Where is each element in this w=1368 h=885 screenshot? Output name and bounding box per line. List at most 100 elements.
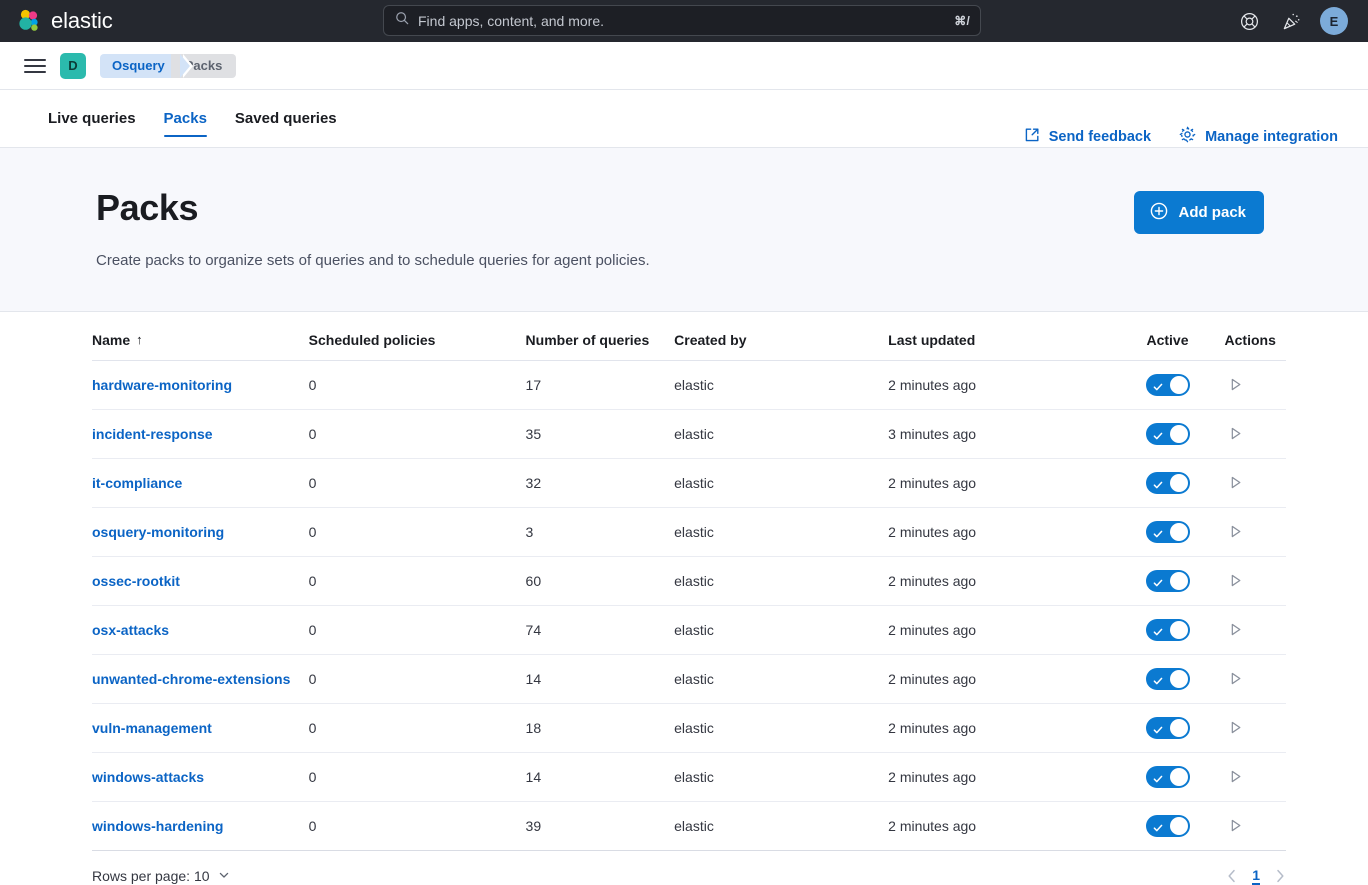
table-row: osx-attacks 0 74 elastic 2 minutes ago <box>92 605 1286 654</box>
party-popper-icon[interactable] <box>1278 8 1304 34</box>
run-pack-button[interactable] <box>1225 815 1247 837</box>
breadcrumb-item-osquery[interactable]: Osquery <box>100 54 181 78</box>
rows-per-page-selector[interactable]: Rows per page: 10 <box>92 868 230 884</box>
active-toggle[interactable] <box>1146 521 1190 543</box>
previous-page-button[interactable] <box>1226 869 1238 883</box>
table-body: hardware-monitoring 0 17 elastic 2 minut… <box>92 360 1286 850</box>
run-pack-button[interactable] <box>1225 619 1247 641</box>
cell-active <box>1146 752 1224 801</box>
cell-active <box>1146 458 1224 507</box>
menu-icon[interactable] <box>24 55 46 77</box>
toggle-knob <box>1170 817 1188 835</box>
cell-actions <box>1225 654 1286 703</box>
page-header-text: Packs Create packs to organize sets of q… <box>96 188 1134 271</box>
rows-per-page-label: Rows per page: 10 <box>92 868 210 884</box>
pack-name-link[interactable]: ossec-rootkit <box>92 573 180 589</box>
cell-active <box>1146 507 1224 556</box>
check-icon <box>1153 722 1163 732</box>
check-icon <box>1153 526 1163 536</box>
column-header-name[interactable]: Name ↑ <box>92 312 309 361</box>
run-pack-button[interactable] <box>1225 717 1247 739</box>
osquery-tab-bar: Live queries Packs Saved queries Send fe… <box>0 90 1368 148</box>
pack-name-link[interactable]: hardware-monitoring <box>92 377 232 393</box>
breadcrumb-bar: D Osquery Packs <box>0 42 1368 90</box>
space-avatar[interactable]: D <box>60 53 86 79</box>
breadcrumb: Osquery Packs <box>100 54 236 78</box>
cell-number-of-queries: 60 <box>526 556 675 605</box>
user-avatar[interactable]: E <box>1320 7 1348 35</box>
elastic-brand[interactable]: elastic <box>12 8 113 34</box>
cell-actions <box>1225 752 1286 801</box>
pack-name-link[interactable]: incident-response <box>92 426 213 442</box>
cell-name: hardware-monitoring <box>92 360 309 409</box>
next-page-button[interactable] <box>1274 869 1286 883</box>
cell-actions <box>1225 360 1286 409</box>
cell-name: ossec-rootkit <box>92 556 309 605</box>
cell-name: osquery-monitoring <box>92 507 309 556</box>
active-toggle[interactable] <box>1146 668 1190 690</box>
cell-created-by: elastic <box>674 654 888 703</box>
cell-name: unwanted-chrome-extensions <box>92 654 309 703</box>
active-toggle[interactable] <box>1146 570 1190 592</box>
run-pack-button[interactable] <box>1225 472 1247 494</box>
add-pack-button[interactable]: Add pack <box>1134 191 1264 234</box>
run-pack-button[interactable] <box>1225 570 1247 592</box>
active-toggle[interactable] <box>1146 423 1190 445</box>
check-icon <box>1153 428 1163 438</box>
run-pack-button[interactable] <box>1225 766 1247 788</box>
cell-scheduled-policies: 0 <box>309 752 526 801</box>
table-row: osquery-monitoring 0 3 elastic 2 minutes… <box>92 507 1286 556</box>
manage-integration-button[interactable]: Manage integration <box>1179 126 1338 147</box>
active-toggle[interactable] <box>1146 815 1190 837</box>
column-header-actions: Actions <box>1225 312 1286 361</box>
chrome-right-actions: E <box>1236 7 1356 35</box>
cell-last-updated: 2 minutes ago <box>888 556 1146 605</box>
check-icon <box>1153 673 1163 683</box>
check-icon <box>1153 477 1163 487</box>
pack-name-link[interactable]: it-compliance <box>92 475 182 491</box>
run-pack-button[interactable] <box>1225 521 1247 543</box>
table-row: hardware-monitoring 0 17 elastic 2 minut… <box>92 360 1286 409</box>
pack-name-link[interactable]: unwanted-chrome-extensions <box>92 671 290 687</box>
active-toggle[interactable] <box>1146 619 1190 641</box>
pack-name-link[interactable]: windows-hardening <box>92 818 223 834</box>
tab-packs[interactable]: Packs <box>150 90 221 147</box>
active-toggle[interactable] <box>1146 717 1190 739</box>
run-pack-button[interactable] <box>1225 423 1247 445</box>
cell-number-of-queries: 17 <box>526 360 675 409</box>
pagination: 1 <box>1226 867 1286 885</box>
column-header-last-updated: Last updated <box>888 312 1146 361</box>
cell-active <box>1146 409 1224 458</box>
cell-active <box>1146 654 1224 703</box>
table-row: unwanted-chrome-extensions 0 14 elastic … <box>92 654 1286 703</box>
cell-active <box>1146 605 1224 654</box>
table-row: vuln-management 0 18 elastic 2 minutes a… <box>92 703 1286 752</box>
run-pack-button[interactable] <box>1225 668 1247 690</box>
page-number-1[interactable]: 1 <box>1252 867 1260 885</box>
pack-name-link[interactable]: osquery-monitoring <box>92 524 224 540</box>
packs-table: Name ↑ Scheduled policies Number of quer… <box>92 312 1286 851</box>
pack-name-link[interactable]: vuln-management <box>92 720 212 736</box>
run-pack-button[interactable] <box>1225 374 1247 396</box>
column-header-number-of-queries: Number of queries <box>526 312 675 361</box>
active-toggle[interactable] <box>1146 472 1190 494</box>
cell-created-by: elastic <box>674 801 888 850</box>
cell-scheduled-policies: 0 <box>309 654 526 703</box>
active-toggle[interactable] <box>1146 766 1190 788</box>
tab-live-queries[interactable]: Live queries <box>48 90 150 147</box>
toggle-knob <box>1170 523 1188 541</box>
pack-name-link[interactable]: windows-attacks <box>92 769 204 785</box>
tab-saved-queries[interactable]: Saved queries <box>221 90 351 147</box>
cell-number-of-queries: 14 <box>526 752 675 801</box>
cell-number-of-queries: 14 <box>526 654 675 703</box>
pack-name-link[interactable]: osx-attacks <box>92 622 169 638</box>
cell-actions <box>1225 409 1286 458</box>
active-toggle[interactable] <box>1146 374 1190 396</box>
cell-last-updated: 2 minutes ago <box>888 605 1146 654</box>
send-feedback-button[interactable]: Send feedback <box>1024 127 1151 147</box>
global-search-input[interactable]: Find apps, content, and more. ⌘/ <box>383 5 981 36</box>
cell-active <box>1146 360 1224 409</box>
lifebuoy-icon[interactable] <box>1236 8 1262 34</box>
search-icon <box>395 11 409 30</box>
table-row: incident-response 0 35 elastic 3 minutes… <box>92 409 1286 458</box>
